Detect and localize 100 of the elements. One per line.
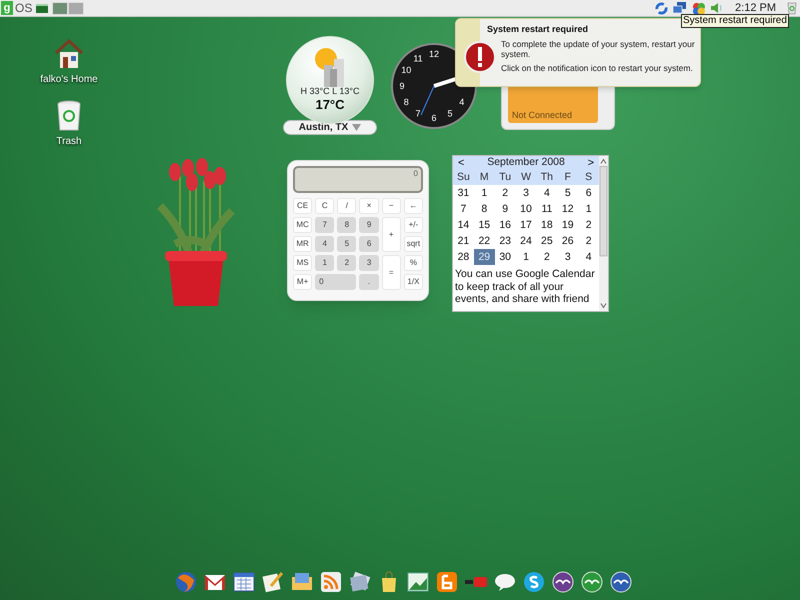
calendar-day[interactable]: 3: [516, 185, 536, 201]
colorful-ball-icon[interactable]: [692, 2, 706, 14]
calendar-day[interactable]: 2: [578, 217, 600, 233]
chat-logo-icon[interactable]: [522, 570, 546, 594]
calculator-key[interactable]: MR: [293, 236, 312, 252]
calculator-key[interactable]: C: [315, 198, 334, 214]
calendar-day[interactable]: 1: [474, 185, 495, 201]
calendar-day[interactable]: 26: [557, 233, 578, 249]
calculator-key[interactable]: 1: [315, 255, 334, 271]
calculator-key[interactable]: −: [382, 198, 401, 214]
clock-numeral: 5: [448, 108, 452, 119]
gull-logo-icon[interactable]: [580, 570, 604, 594]
calculator-key[interactable]: sqrt: [404, 236, 423, 252]
calculator-key[interactable]: ←: [404, 198, 423, 214]
calendar-day[interactable]: 19: [557, 217, 578, 233]
calendar-day[interactable]: 11: [536, 201, 558, 217]
clock-numeral: 9: [400, 81, 404, 91]
calendar-day[interactable]: 23: [494, 233, 516, 249]
calculator-key[interactable]: M+: [293, 274, 312, 290]
workspace-switch[interactable]: [52, 2, 68, 14]
calendar-icon[interactable]: [232, 570, 256, 594]
calculator-key[interactable]: +/-: [404, 217, 423, 233]
gull-logo-icon[interactable]: [609, 570, 633, 594]
calendar-day[interactable]: 8: [474, 201, 495, 217]
calculator-key[interactable]: MC: [293, 217, 312, 233]
calendar-day[interactable]: 28: [453, 249, 474, 265]
calendar-day[interactable]: 14: [453, 217, 474, 233]
calendar-day[interactable]: 22: [474, 233, 495, 249]
os-label[interactable]: OS: [15, 2, 32, 14]
calendar-day[interactable]: 4: [578, 249, 600, 265]
previous-month-button[interactable]: <: [458, 156, 464, 172]
clock-text[interactable]: 2:12 PM: [735, 0, 776, 16]
calendar-day[interactable]: 10: [516, 201, 536, 217]
weekday-label: Su: [456, 170, 471, 185]
calendar-day[interactable]: 18: [536, 217, 558, 233]
calendar-note: You can use Google Calendar to keep track of all your events, and share with friend: [454, 268, 596, 306]
calendar-day[interactable]: 4: [536, 185, 558, 201]
calculator-key[interactable]: 9: [359, 217, 379, 233]
weekday-label: S: [584, 170, 594, 185]
calendar-day[interactable]: 6: [578, 185, 600, 201]
desktop-icon-label[interactable]: Trash: [56, 134, 82, 149]
weekday-label: W: [520, 170, 532, 185]
calculator-key[interactable]: 8: [337, 217, 356, 233]
calendar-day[interactable]: 2: [536, 249, 558, 265]
calendar-day[interactable]: 2: [578, 233, 600, 249]
window-icon[interactable]: [36, 4, 48, 12]
clock-numeral: 8: [404, 97, 409, 107]
trash-icon[interactable]: [787, 2, 797, 14]
calendar-day[interactable]: 9: [494, 201, 516, 217]
calculator-key[interactable]: CE: [293, 198, 312, 214]
calendar-day[interactable]: 25: [536, 233, 558, 249]
rss-feed-icon[interactable]: [319, 570, 343, 594]
calculator-key[interactable]: ×: [359, 198, 379, 214]
calculator-display-field: 0: [293, 166, 423, 193]
next-month-button[interactable]: >: [588, 156, 594, 172]
calculator-key[interactable]: 2: [337, 255, 356, 271]
workspace-switch[interactable]: [68, 2, 84, 14]
trash-can-icon[interactable]: [56, 100, 82, 132]
calculator-key[interactable]: 3: [359, 255, 379, 271]
calculator-key[interactable]: .: [359, 274, 379, 290]
calendar-day[interactable]: 21: [453, 233, 474, 249]
calendar-day[interactable]: 1: [516, 249, 536, 265]
calendar-day[interactable]: 3: [557, 249, 578, 265]
calculator-key[interactable]: 7: [315, 217, 334, 233]
calendar-day[interactable]: 17: [516, 217, 536, 233]
calculator-key[interactable]: +: [382, 217, 401, 252]
calendar-day[interactable]: 15: [474, 217, 495, 233]
calculator-key[interactable]: /: [337, 198, 356, 214]
wifi-status-text: Not Connected: [512, 108, 572, 122]
landscape-picture-icon[interactable]: [406, 570, 430, 594]
sync-icon[interactable]: [655, 2, 668, 14]
calendar-day[interactable]: 2: [494, 185, 516, 201]
calendar-day[interactable]: 31: [453, 185, 474, 201]
calendar-day[interactable]: 5: [557, 185, 578, 201]
calculator-key[interactable]: 5: [337, 236, 356, 252]
document-pencil-icon[interactable]: [261, 570, 285, 594]
calculator-key[interactable]: 4: [315, 236, 334, 252]
house-icon[interactable]: [53, 38, 85, 70]
blog-logo-icon[interactable]: [435, 570, 459, 594]
calendar-day[interactable]: 29: [474, 249, 495, 265]
calculator-key[interactable]: =: [382, 255, 401, 290]
calendar-day[interactable]: 1: [578, 201, 600, 217]
scrollbar[interactable]: [599, 156, 608, 311]
calendar-day[interactable]: 30: [494, 249, 516, 265]
notification-title: System restart required: [487, 23, 590, 35]
calculator-key[interactable]: %: [404, 255, 423, 271]
calendar-day[interactable]: 7: [453, 201, 474, 217]
volume-icon[interactable]: [710, 2, 724, 14]
location-selector[interactable]: Austin, TX: [283, 120, 377, 135]
gull-logo-icon[interactable]: [551, 570, 575, 594]
network-icon[interactable]: [673, 2, 688, 14]
calculator-key[interactable]: 1/X: [404, 274, 423, 290]
desktop-icon-label[interactable]: falko's Home: [40, 72, 98, 87]
calculator-key[interactable]: 0: [315, 274, 356, 290]
calculator-key[interactable]: MS: [293, 255, 312, 271]
calendar-day[interactable]: 12: [557, 201, 578, 217]
newspaper-icon[interactable]: [348, 570, 372, 594]
calendar-day[interactable]: 16: [494, 217, 516, 233]
calendar-day[interactable]: 24: [516, 233, 536, 249]
calculator-key[interactable]: 6: [359, 236, 379, 252]
